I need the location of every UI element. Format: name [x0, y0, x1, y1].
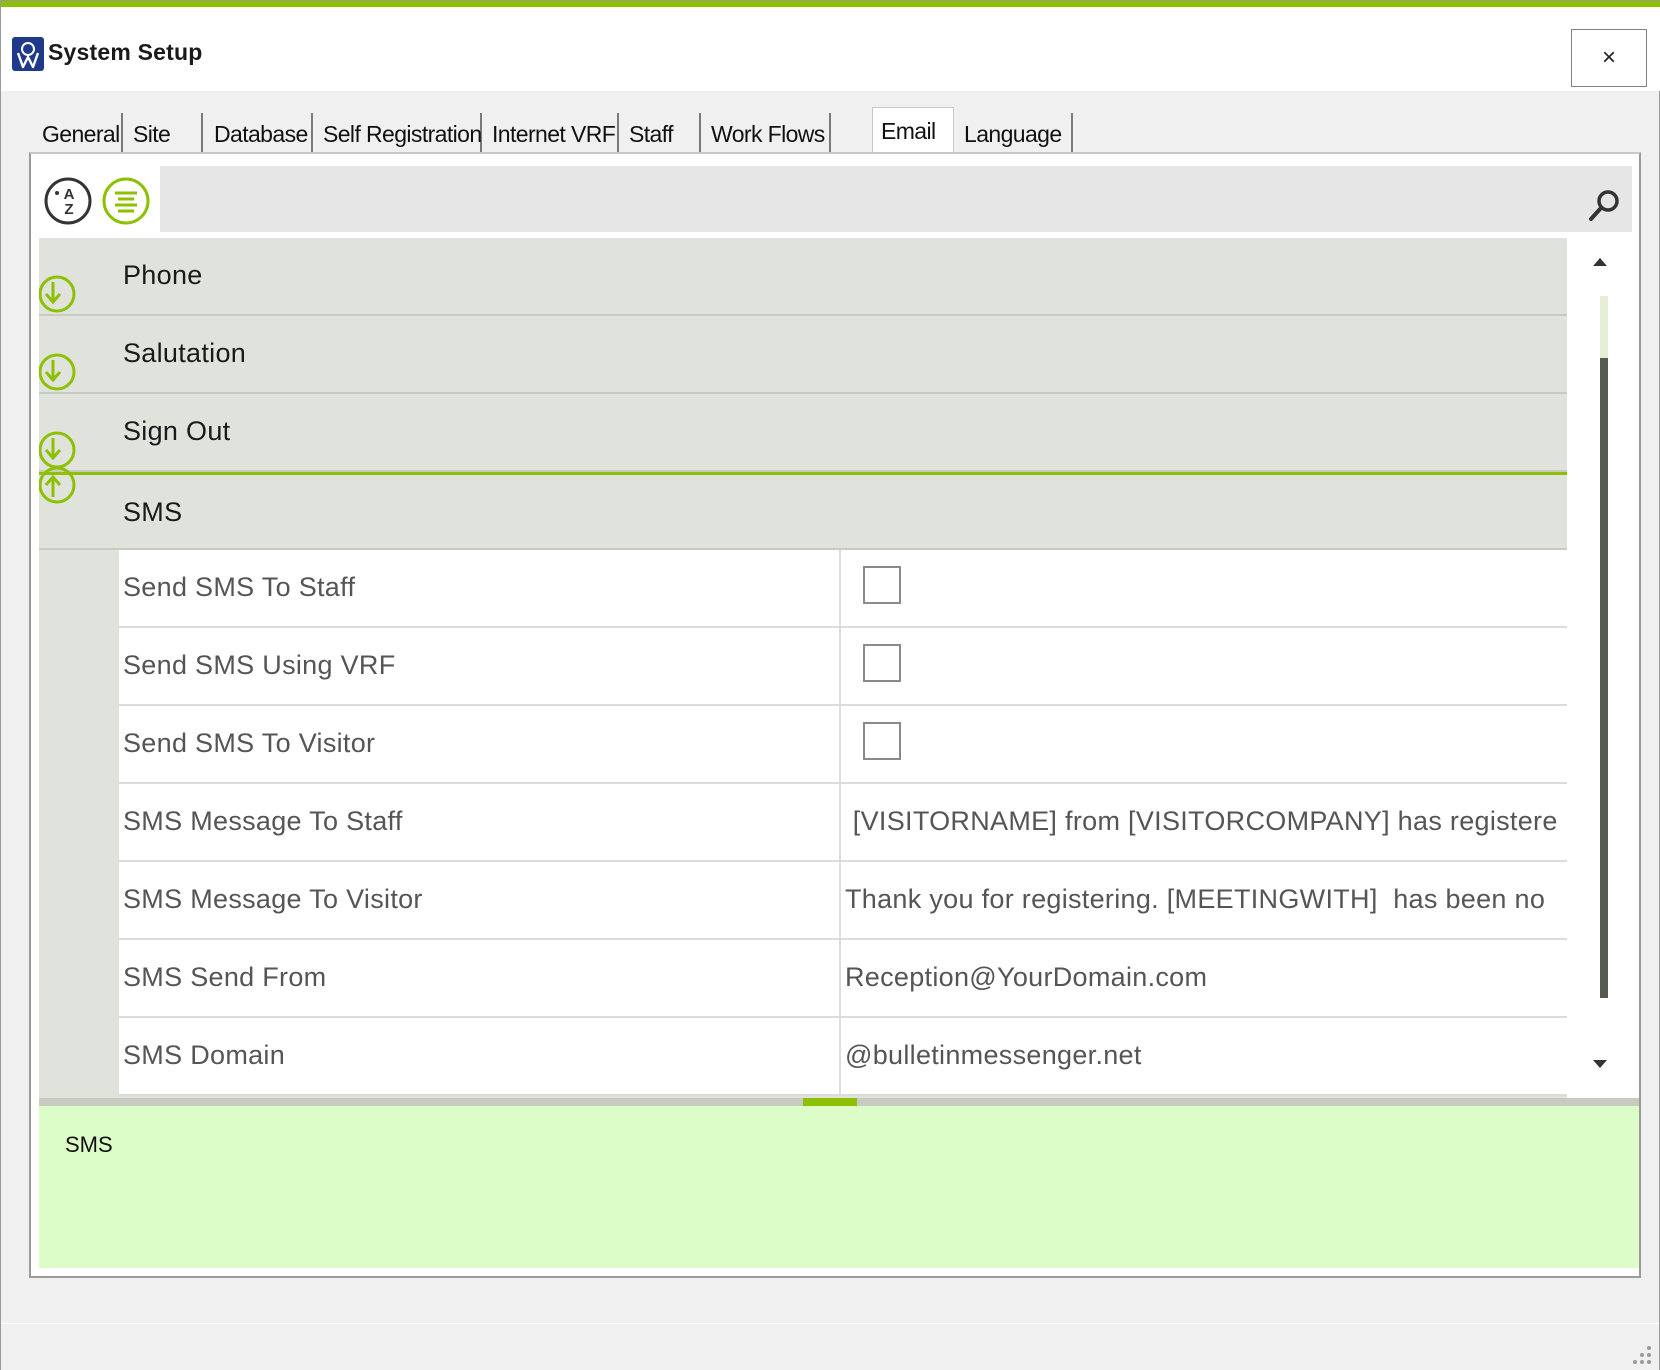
window-title: System Setup: [48, 39, 203, 65]
category-salutation[interactable]: Salutation: [39, 316, 1567, 394]
close-button[interactable]: ×: [1571, 29, 1647, 87]
property-name: Send SMS To Staff: [123, 572, 356, 602]
scroll-up-arrow-icon[interactable]: [1593, 258, 1607, 266]
column-divider: [839, 1018, 841, 1096]
tab-language[interactable]: Language: [956, 113, 1073, 153]
property-name: SMS Send From: [123, 962, 327, 992]
svg-text:Z: Z: [64, 201, 73, 218]
column-divider: [839, 706, 841, 784]
tab-email[interactable]: Email: [872, 107, 954, 153]
send-sms-to-staff-checkbox[interactable]: [863, 566, 901, 604]
expand-icon[interactable]: [39, 274, 77, 314]
tab-general[interactable]: General: [34, 113, 123, 153]
help-pane: SMS: [39, 1106, 1639, 1268]
tab-work-flows[interactable]: Work Flows: [703, 113, 831, 153]
column-divider: [839, 862, 841, 940]
property-name: SMS Message To Staff: [123, 806, 403, 836]
sms-domain-field[interactable]: @bulletinmessenger.net: [845, 1040, 1559, 1071]
category-label: SMS: [123, 497, 183, 527]
splitter-grip[interactable]: [803, 1098, 857, 1106]
property-toolbar: A Z: [39, 162, 1639, 234]
property-panel: A Z Phone Salutation Sign Out SMS Send S…: [29, 152, 1641, 1278]
help-description: SMS: [65, 1132, 113, 1157]
send-sms-to-visitor-checkbox[interactable]: [863, 722, 901, 760]
resize-grip-icon[interactable]: [1627, 1340, 1653, 1366]
property-grid: Phone Salutation Sign Out SMS Send SMS T…: [39, 238, 1639, 1098]
column-divider: [839, 784, 841, 862]
category-phone[interactable]: Phone: [39, 238, 1567, 316]
tab-site[interactable]: Site: [125, 113, 203, 153]
property-row-sms-domain[interactable]: SMS Domain @bulletinmessenger.net: [119, 1018, 1567, 1096]
send-sms-using-vrf-checkbox[interactable]: [863, 644, 901, 682]
search-input[interactable]: [160, 166, 1632, 232]
category-sms[interactable]: SMS: [39, 466, 1567, 550]
system-setup-window: System Setup × General Site Database Sel…: [0, 0, 1660, 1370]
column-divider: [839, 940, 841, 1018]
sort-alphabetical-icon[interactable]: A Z: [43, 176, 93, 226]
property-name: SMS Domain: [123, 1040, 286, 1070]
tab-staff[interactable]: Staff: [621, 113, 701, 153]
column-divider: [839, 628, 841, 706]
tab-internet-vrf[interactable]: Internet VRF: [484, 113, 619, 153]
search-icon[interactable]: [1588, 188, 1622, 222]
tab-self-registration[interactable]: Self Registration: [315, 113, 482, 153]
property-row-sms-message-to-visitor[interactable]: SMS Message To Visitor Thank you for reg…: [119, 862, 1567, 940]
app-logo-icon: [12, 37, 44, 71]
property-row-send-sms-to-visitor[interactable]: Send SMS To Visitor: [119, 706, 1567, 784]
category-label: Salutation: [123, 338, 247, 368]
category-sign-out[interactable]: Sign Out: [39, 394, 1567, 472]
categorized-list-icon[interactable]: [101, 176, 151, 226]
column-divider: [839, 550, 841, 628]
sms-message-to-visitor-field[interactable]: Thank you for registering. [MEETINGWITH]…: [845, 884, 1559, 915]
collapse-icon[interactable]: [39, 465, 77, 505]
vertical-scrollbar[interactable]: [1567, 238, 1639, 1098]
close-icon: ×: [1601, 44, 1616, 71]
tab-database[interactable]: Database: [206, 113, 313, 153]
scroll-thumb[interactable]: [1600, 358, 1608, 998]
sms-message-to-staff-field[interactable]: [VISITORNAME] from [VISITORCOMPANY] has …: [845, 806, 1559, 837]
property-row-sms-send-from[interactable]: SMS Send From Reception@YourDomain.com: [119, 940, 1567, 1018]
scroll-down-arrow-icon[interactable]: [1593, 1060, 1607, 1068]
sms-send-from-field[interactable]: Reception@YourDomain.com: [845, 962, 1559, 993]
title-bar[interactable]: System Setup ×: [1, 7, 1660, 91]
property-name: Send SMS Using VRF: [123, 650, 396, 680]
expand-icon[interactable]: [39, 352, 77, 392]
property-row-sms-message-to-staff[interactable]: SMS Message To Staff [VISITORNAME] from …: [119, 784, 1567, 862]
property-row-send-sms-using-vrf[interactable]: Send SMS Using VRF: [119, 628, 1567, 706]
property-row-send-sms-to-staff[interactable]: Send SMS To Staff: [119, 550, 1567, 628]
scroll-track[interactable]: [1600, 296, 1608, 358]
category-label: Phone: [123, 260, 203, 290]
category-label: Sign Out: [123, 416, 231, 446]
status-bar: [1, 1323, 1659, 1370]
expand-icon[interactable]: [39, 430, 77, 470]
property-name: SMS Message To Visitor: [123, 884, 423, 914]
property-name: Send SMS To Visitor: [123, 728, 376, 758]
